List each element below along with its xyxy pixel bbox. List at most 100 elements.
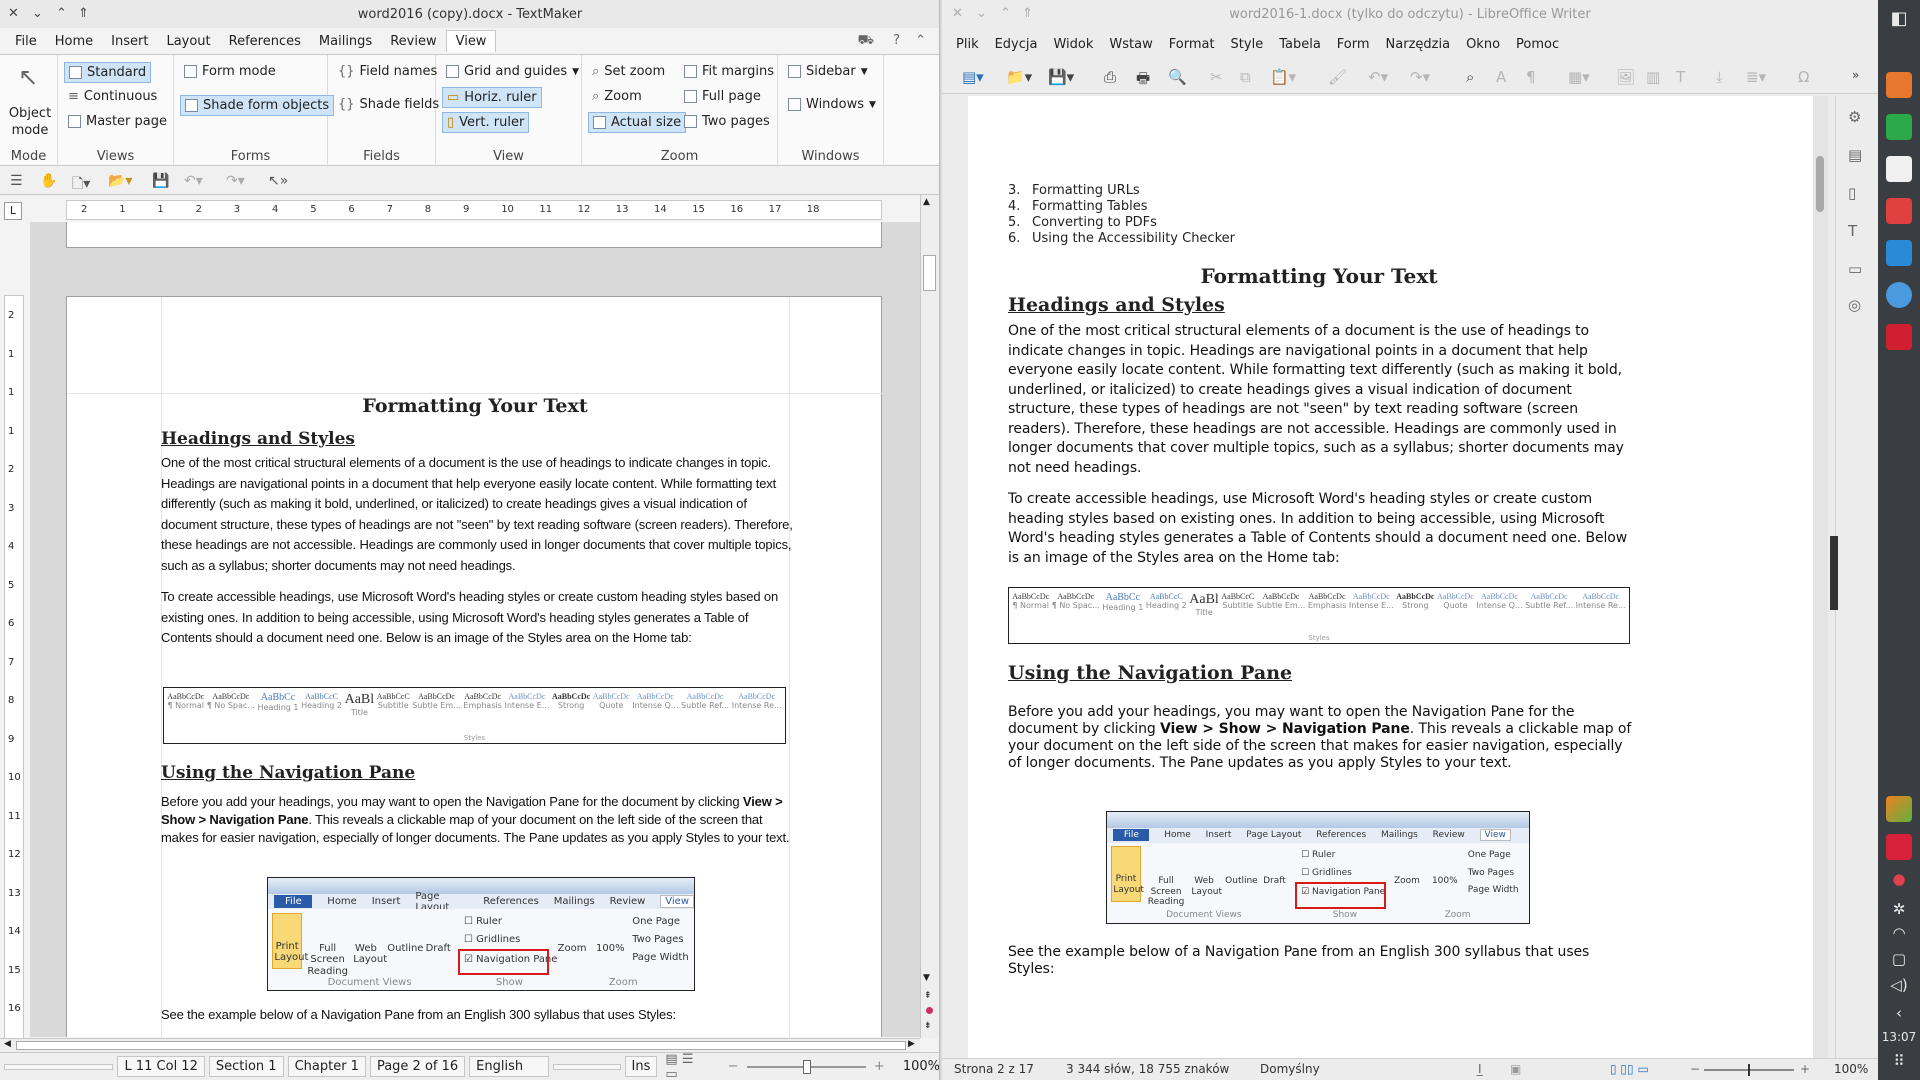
maximize-icon[interactable]: ⌃: [56, 6, 67, 21]
set-zoom-button[interactable]: ⌕ Set zoom: [588, 62, 669, 81]
heading-formatting-your-text[interactable]: Formatting Your Text: [161, 395, 789, 417]
open-folder-icon[interactable]: 📂▾: [108, 173, 132, 189]
menu-form[interactable]: Form: [1329, 34, 1378, 55]
scroll-up-icon[interactable]: ▲: [923, 197, 930, 207]
pointer-icon[interactable]: ↖»: [268, 173, 288, 189]
scroll-down-icon[interactable]: ▼: [923, 973, 930, 983]
scroll-thumb[interactable]: [16, 1041, 906, 1050]
horiz-ruler-button[interactable]: ▭ Horiz. ruler: [442, 87, 542, 108]
zoom-slider[interactable]: [746, 1059, 866, 1074]
settings-icon[interactable]: ✲: [1878, 900, 1920, 918]
paragraph[interactable]: See the example below of a Navigation Pa…: [161, 1007, 793, 1022]
vert-ruler-button[interactable]: ▯ Vert. ruler: [442, 112, 530, 133]
undo-icon[interactable]: ↶▾: [1368, 68, 1388, 86]
clone-formatting-icon[interactable]: 🖌: [1328, 68, 1347, 86]
clipboard-icon[interactable]: ▢: [1878, 950, 1920, 968]
scroll-thumb[interactable]: [923, 255, 936, 291]
view-mode-icons[interactable]: ▤ ☰ ▭: [665, 1052, 709, 1080]
insert-chart-icon[interactable]: ▥: [1646, 68, 1660, 86]
paragraph[interactable]: To create accessible headings, use Micro…: [1008, 490, 1638, 568]
document-icon[interactable]: [1886, 156, 1912, 182]
menu-widok[interactable]: Widok: [1045, 34, 1101, 55]
master-page-button[interactable]: Master page: [64, 112, 171, 131]
app-icon[interactable]: [1886, 796, 1912, 822]
menu-okno[interactable]: Okno: [1458, 34, 1508, 55]
tab-view[interactable]: View: [445, 30, 497, 52]
vertical-ruler[interactable]: 2 1 1 1 2 3 4 5 6 7 8 9 10 11 12 13 14 15 16: [4, 295, 24, 1040]
object-mode-button[interactable]: Object mode: [4, 105, 56, 139]
grid-and-guides-button[interactable]: Grid and guides ▼: [442, 62, 583, 81]
zoom-level[interactable]: 100%: [1834, 1062, 1868, 1076]
tab-layout[interactable]: Layout: [157, 31, 219, 52]
page-style[interactable]: Domyślny: [1260, 1062, 1320, 1076]
menu-tabela[interactable]: Tabela: [1271, 34, 1329, 55]
full-page-button[interactable]: Full page: [680, 87, 765, 106]
menu-pomoc[interactable]: Pomoc: [1508, 34, 1567, 55]
actual-size-button[interactable]: Actual size: [588, 112, 687, 133]
insert-textbox-icon[interactable]: T: [1676, 68, 1685, 86]
menu-plik[interactable]: Plik: [948, 34, 987, 55]
view-layout-icons[interactable]: ▯ ▯▯ ▭: [1610, 1062, 1649, 1076]
menu-narzedzia[interactable]: Narzędzia: [1378, 34, 1459, 55]
sidebar-collapse-handle[interactable]: [1830, 536, 1838, 610]
tab-insert[interactable]: Insert: [102, 31, 157, 52]
hand-icon[interactable]: ✋: [40, 173, 57, 189]
paragraph[interactable]: To create accessible headings, use Micro…: [161, 587, 793, 649]
zoom-out-icon[interactable]: −: [1690, 1062, 1700, 1076]
export-pdf-icon[interactable]: ⎙: [1104, 68, 1116, 86]
undo-icon[interactable]: ↶▾: [184, 173, 203, 189]
menu-edycja[interactable]: Edycja: [987, 34, 1046, 55]
cut-icon[interactable]: ✂: [1210, 68, 1223, 86]
minimize-icon[interactable]: ⌄: [976, 6, 987, 21]
next-page-icon[interactable]: ⇟: [924, 1021, 932, 1031]
insert-table-icon[interactable]: ▦▾: [1568, 68, 1590, 86]
paragraph[interactable]: Before you add your headings, you may wa…: [1008, 704, 1638, 772]
browse-object-icon[interactable]: [926, 1007, 933, 1014]
tab-file[interactable]: File: [6, 31, 46, 52]
app-icon[interactable]: [1886, 834, 1912, 860]
help-icon[interactable]: ?: [893, 33, 900, 48]
form-mode-button[interactable]: Form mode: [180, 62, 280, 81]
special-character-icon[interactable]: Ω: [1798, 68, 1809, 86]
insert-field-icon[interactable]: ≣▾: [1746, 68, 1766, 86]
heading-headings-and-styles[interactable]: Headings and Styles: [1008, 294, 1225, 316]
zoom-button[interactable]: ⌕ Zoom: [588, 87, 646, 106]
minimize-icon[interactable]: ⌄: [32, 6, 43, 21]
field-names-button[interactable]: {} Field names: [334, 62, 441, 81]
windows-button[interactable]: Windows ▼: [784, 95, 880, 114]
expand-tray-icon[interactable]: ‹: [1878, 1004, 1920, 1022]
sidebar-button[interactable]: Sidebar ▼: [784, 62, 872, 81]
presentation-icon[interactable]: [1886, 198, 1912, 224]
list-item[interactable]: 5. Converting to PDFs: [1008, 215, 1235, 231]
writer-icon[interactable]: [1886, 240, 1912, 266]
shade-fields-button[interactable]: {} Shade fields: [334, 95, 443, 114]
menu-style[interactable]: Style: [1223, 34, 1272, 55]
image-icon[interactable]: ▭: [1848, 260, 1862, 278]
zoom-out-icon[interactable]: −: [728, 1059, 739, 1074]
save-icon[interactable]: 💾▾: [1048, 68, 1074, 86]
vertical-scrollbar[interactable]: [1813, 96, 1828, 1058]
language-indicator[interactable]: English: [469, 1056, 549, 1077]
zoom-in-icon[interactable]: +: [874, 1059, 885, 1074]
previous-page-icon[interactable]: ⇞: [924, 991, 932, 1001]
open-icon[interactable]: 📁▾: [1006, 68, 1032, 86]
scroll-thumb[interactable]: [1816, 156, 1824, 212]
menu-wstaw[interactable]: Wstaw: [1101, 34, 1160, 55]
vertical-scrollbar[interactable]: ▲ ▼ ⇞ ⇟: [920, 195, 938, 1038]
grid-icon[interactable]: ⠿: [1878, 1052, 1920, 1070]
volume-icon[interactable]: ◁): [1878, 976, 1920, 994]
paragraph[interactable]: One of the most critical structural elem…: [1008, 322, 1638, 478]
collapse-ribbon-icon[interactable]: ⌃: [915, 33, 926, 48]
print-preview-icon[interactable]: 🔍: [1168, 68, 1187, 86]
print-icon[interactable]: 🖶: [1136, 68, 1150, 93]
properties-icon[interactable]: ⚙: [1848, 108, 1861, 126]
list-item[interactable]: 4. Formatting Tables: [1008, 199, 1235, 215]
copy-icon[interactable]: ⧉: [1240, 68, 1251, 86]
tab-review[interactable]: Review: [381, 31, 445, 52]
insert-image-icon[interactable]: 🖼: [1616, 68, 1635, 86]
formatting-marks-icon[interactable]: ¶: [1526, 68, 1536, 86]
tab-stop-icon[interactable]: L: [4, 202, 22, 220]
firefox-icon[interactable]: [1886, 72, 1912, 98]
menu-format[interactable]: Format: [1161, 34, 1223, 55]
horizontal-ruler[interactable]: 2 1 1 2 3 4 5 6 7 8 9 10 11 12 13 14 15 16 17 18: [66, 200, 882, 220]
